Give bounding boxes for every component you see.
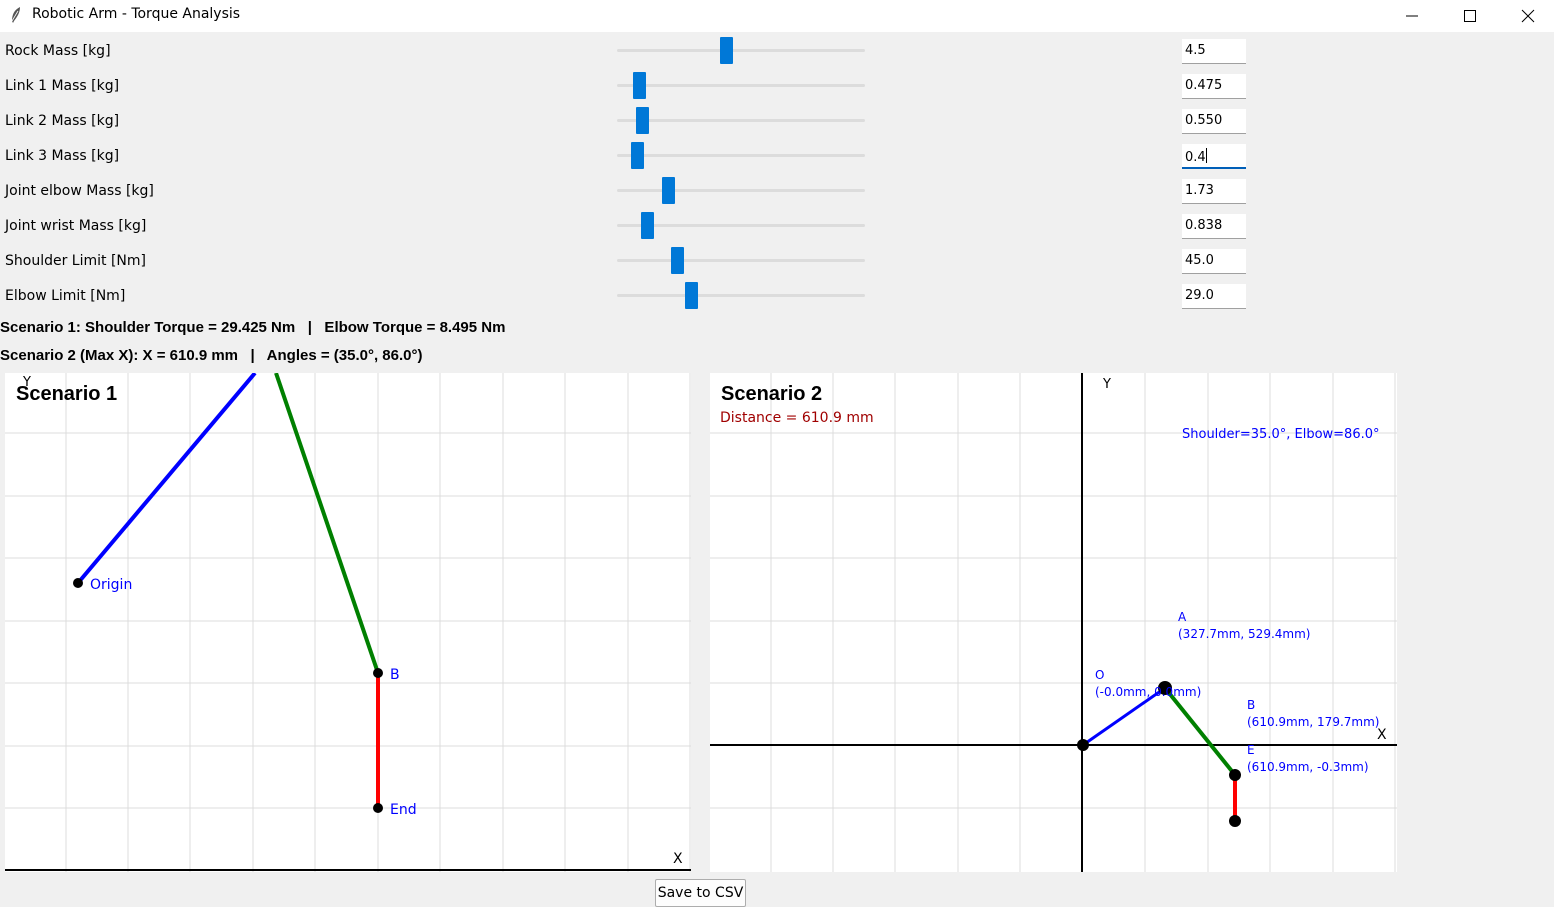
b-label: B [390, 667, 400, 683]
end-joint [373, 803, 383, 813]
scenario1-plot: Origin B End X Y [5, 373, 691, 872]
grid [5, 373, 691, 872]
minimize-button[interactable] [1383, 0, 1441, 32]
shoulder-limit-slider-track[interactable] [617, 259, 865, 262]
joint-elbow-mass-input[interactable]: 1.73 [1182, 179, 1246, 204]
grid [710, 373, 1397, 872]
end-label: End [390, 802, 417, 818]
save-to-csv-button[interactable]: Save to CSV [655, 879, 746, 907]
e-joint [1229, 815, 1241, 827]
maximize-icon [1464, 10, 1476, 22]
link3-mass-slider-thumb[interactable] [631, 142, 645, 169]
param-label: Link 1 Mass [kg] [5, 78, 120, 94]
close-button[interactable] [1499, 0, 1554, 32]
link2-line [274, 373, 380, 674]
scenario2-plot: O (-0.0mm, 0.0mm) A (327.7mm, 529.4mm) B… [710, 373, 1397, 872]
link2-mass-slider-thumb[interactable] [635, 107, 649, 134]
joint-wrist-mass-slider-thumb[interactable] [640, 212, 654, 239]
b-joint [373, 668, 383, 678]
scenario1-canvas: Origin B End X Y Scenario 1 [5, 373, 691, 872]
origin-label: Origin [90, 577, 132, 593]
link3-mass-input[interactable]: 0.4 [1182, 144, 1246, 169]
link1-mass-slider-thumb[interactable] [633, 72, 647, 99]
link3-mass-value: 0.4 [1185, 150, 1206, 165]
shoulder-limit-slider-thumb[interactable] [671, 247, 685, 274]
link1-mass-slider-track[interactable] [617, 84, 865, 87]
scenario2-title: Scenario 2 [721, 383, 823, 405]
rock-mass-input[interactable]: 4.5 [1182, 39, 1246, 64]
elbow-limit-slider-track[interactable] [617, 294, 865, 297]
maximize-button[interactable] [1441, 0, 1499, 32]
link2-mass-input[interactable]: 0.550 [1182, 109, 1246, 134]
distance-text: Distance = 610.9 mm [720, 410, 874, 426]
joint-wrist-mass-slider-track[interactable] [617, 224, 865, 227]
link1-mass-input[interactable]: 0.475 [1182, 74, 1246, 99]
o-coordinates: (-0.0mm, 0.0mm) [1095, 685, 1201, 699]
joint-elbow-mass-slider-thumb[interactable] [661, 177, 675, 204]
y-axis-label: Y [1102, 377, 1111, 392]
b-coordinates: (610.9mm, 179.7mm) [1247, 715, 1379, 729]
elbow-limit-slider-thumb[interactable] [685, 282, 699, 309]
o-joint [1077, 739, 1089, 751]
param-label: Link 3 Mass [kg] [5, 148, 120, 164]
a-label: A [1178, 610, 1187, 624]
rock-mass-slider-thumb[interactable] [720, 37, 734, 64]
close-icon [1521, 9, 1535, 23]
shoulder-limit-input[interactable]: 45.0 [1182, 249, 1246, 274]
param-label: Joint wrist Mass [kg] [5, 218, 147, 234]
text-caret [1205, 148, 1207, 163]
link2-line [1163, 686, 1237, 777]
scenario1-summary: Scenario 1: Shoulder Torque = 29.425 Nm … [0, 319, 506, 336]
feather-icon [11, 7, 20, 23]
title-bar: Robotic Arm - Torque Analysis [0, 0, 1554, 32]
b-label: B [1247, 698, 1255, 712]
e-coordinates: (610.9mm, -0.3mm) [1247, 760, 1369, 774]
minimize-icon [1406, 15, 1418, 17]
param-label: Rock Mass [kg] [5, 43, 111, 59]
x-axis-label: X [673, 851, 683, 867]
joint-wrist-mass-input[interactable]: 0.838 [1182, 214, 1246, 239]
window-title: Robotic Arm - Torque Analysis [32, 6, 241, 22]
scenario2-summary: Scenario 2 (Max X): X = 610.9 mm | Angle… [0, 347, 423, 364]
angles-text: Shoulder=35.0°, Elbow=86.0° [1182, 427, 1380, 442]
scenario2-canvas: O (-0.0mm, 0.0mm) A (327.7mm, 529.4mm) B… [710, 373, 1397, 872]
rock-mass-slider-track[interactable] [617, 49, 865, 52]
scenario1-title: Scenario 1 [16, 383, 118, 405]
link2-mass-slider-track[interactable] [617, 119, 865, 122]
link3-mass-slider-track[interactable] [617, 154, 865, 157]
e-label: E [1247, 743, 1255, 757]
param-label: Joint elbow Mass [kg] [5, 183, 154, 199]
origin-joint [73, 578, 83, 588]
b-joint [1229, 769, 1241, 781]
o-label: O [1095, 668, 1104, 682]
elbow-limit-input[interactable]: 29.0 [1182, 284, 1246, 309]
a-coordinates: (327.7mm, 529.4mm) [1178, 627, 1310, 641]
param-label: Link 2 Mass [kg] [5, 113, 120, 129]
x-axis-label: X [1377, 727, 1387, 743]
param-label: Elbow Limit [Nm] [5, 288, 126, 304]
joint-elbow-mass-slider-track[interactable] [617, 189, 865, 192]
param-label: Shoulder Limit [Nm] [5, 253, 146, 269]
